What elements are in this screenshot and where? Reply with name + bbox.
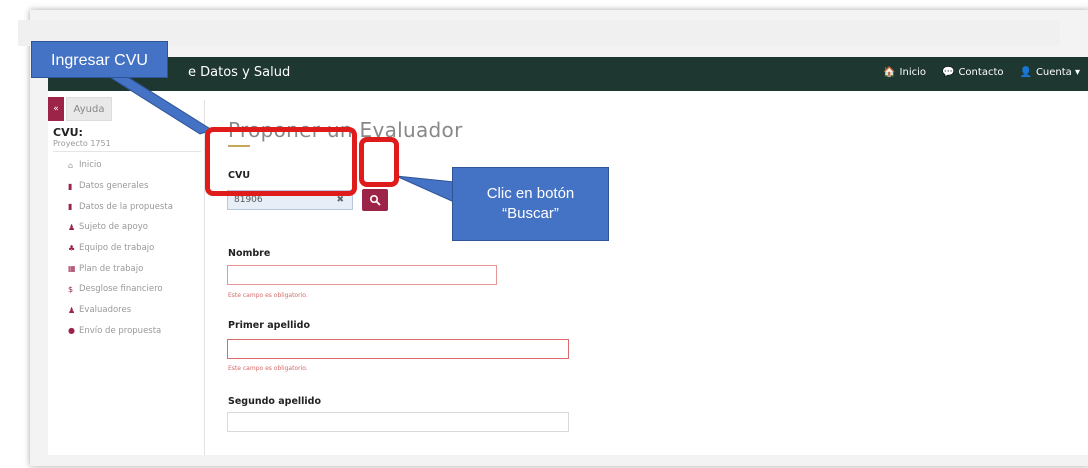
callout-line: “Buscar” [502,205,559,222]
callout-2-pointer [395,175,455,203]
callout-clic-buscar: Clic en botón “Buscar” [452,167,609,241]
callout-1-pointer [106,75,214,135]
cvu-highlight-box [205,127,357,196]
search-highlight-box [359,137,399,187]
callout-line: Clic en botón [486,185,575,202]
callout-ingresar-cvu: Ingresar CVU [31,41,168,78]
